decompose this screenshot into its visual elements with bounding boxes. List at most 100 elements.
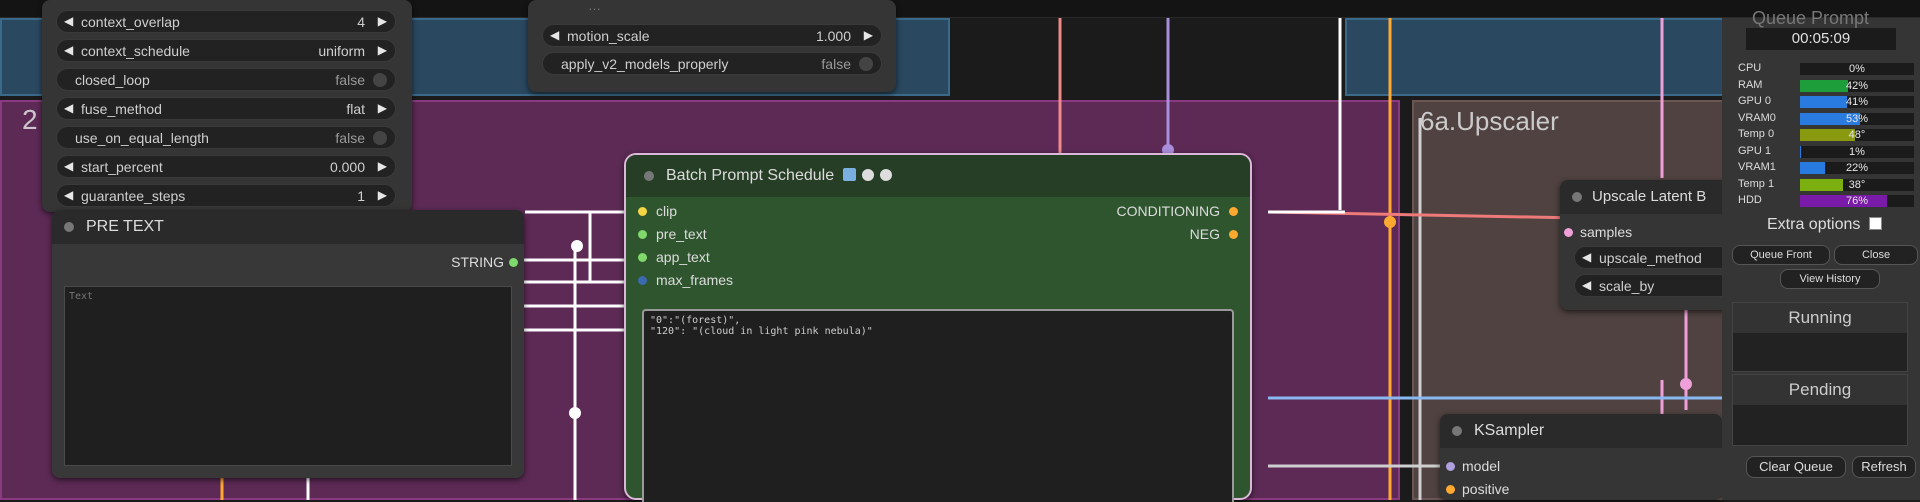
collapse-dot-icon[interactable] <box>64 222 74 232</box>
decrement-arrow-icon[interactable]: ◀ <box>64 101 73 115</box>
fuse-method-widget[interactable]: ◀ fuse_method flat ▶ <box>56 97 396 120</box>
conditioning-output-dot-icon[interactable] <box>1229 207 1238 216</box>
stat-label: RAM <box>1738 78 1763 91</box>
stat-bar-track: 0% <box>1800 63 1914 75</box>
queue-panel: Queue Prompt 00:05:09 CPU 0% RAM 42% GPU 0 41… <box>1722 8 1920 500</box>
widget-label: scale_by <box>1599 278 1655 294</box>
increment-arrow-icon[interactable]: ▶ <box>378 14 387 28</box>
node-title[interactable]: KSampler <box>1440 414 1722 448</box>
stat-bar-track: 42% <box>1800 79 1914 92</box>
batch-prompt-schedule-node[interactable]: Batch Prompt Schedule clip pre_text app_… <box>624 153 1252 502</box>
samples-input-label: samples <box>1580 224 1633 240</box>
running-section: Running <box>1732 302 1908 372</box>
increment-arrow-icon[interactable]: ▶ <box>864 28 873 42</box>
stat-row: HDD 76% <box>1738 194 1916 208</box>
node-title[interactable]: PRE TEXT <box>52 210 524 244</box>
toggle-knob-icon[interactable] <box>373 73 387 87</box>
scale-by-widget[interactable]: ◀ scale_by <box>1574 274 1744 297</box>
stat-label: GPU 0 <box>1738 95 1772 107</box>
start-percent-widget[interactable]: ◀ start_percent 0.000 ▶ <box>56 155 396 178</box>
widget-value: false <box>821 56 851 72</box>
toggle-knob-icon[interactable] <box>373 131 387 145</box>
decrement-arrow-icon[interactable]: ◀ <box>64 43 73 57</box>
stat-row: Temp 1 38° <box>1738 178 1916 192</box>
widget-label: context_overlap <box>81 14 180 30</box>
context-schedule-widget[interactable]: ◀ context_schedule uniform ▶ <box>56 39 396 62</box>
increment-arrow-icon[interactable]: ▶ <box>378 159 387 173</box>
samples-input-dot-icon[interactable] <box>1564 228 1573 237</box>
collapse-dot-icon[interactable] <box>644 171 654 181</box>
refresh-button[interactable]: Refresh <box>1852 456 1916 478</box>
stat-bar-track: 1% <box>1800 145 1914 158</box>
increment-arrow-icon[interactable]: ▶ <box>378 43 387 57</box>
widget-label: upscale_method <box>1599 250 1702 266</box>
apply-v2-models-properly-toggle[interactable]: apply_v2_models_properly false <box>542 52 882 75</box>
use-on-equal-length-toggle[interactable]: use_on_equal_length false <box>56 126 396 149</box>
pre-text-node[interactable]: PRE TEXT STRING <box>52 210 524 478</box>
pending-header: Pending <box>1733 375 1907 405</box>
queue-panel-title: Queue Prompt <box>1752 8 1870 28</box>
link-badge-icon <box>880 169 893 181</box>
decrement-arrow-icon[interactable]: ◀ <box>550 28 559 42</box>
extra-options-row[interactable]: Extra options <box>1767 216 1882 234</box>
stat-value: 53% <box>1845 112 1869 125</box>
node-title[interactable]: Upscale Latent B <box>1560 180 1730 214</box>
guarantee-steps-widget[interactable]: ◀ guarantee_steps 1 ▶ <box>56 184 396 207</box>
pre-text-input-dot-icon[interactable] <box>638 230 647 239</box>
motion-scale-widget[interactable]: ◀ motion_scale 1.000 ▶ <box>542 24 882 47</box>
widget-value: false <box>335 130 365 146</box>
string-output-dot-icon[interactable] <box>509 258 518 267</box>
widget-label: closed_loop <box>75 72 150 88</box>
decrement-arrow-icon[interactable]: ◀ <box>1582 250 1591 264</box>
max-frames-input-label: max_frames <box>656 272 734 288</box>
widget-label: start_percent <box>81 159 163 175</box>
upscale-latent-node[interactable]: Upscale Latent B samples ◀ upscale_metho… <box>1560 180 1744 310</box>
increment-arrow-icon[interactable]: ▶ <box>378 101 387 115</box>
queue-front-button[interactable]: Queue Front <box>1732 245 1830 265</box>
toggle-knob-icon[interactable] <box>859 57 873 71</box>
pre-text-input-label: pre_text <box>656 226 707 242</box>
increment-arrow-icon[interactable]: ▶ <box>378 188 387 202</box>
extra-options-checkbox[interactable] <box>1868 217 1882 230</box>
neg-output-dot-icon[interactable] <box>1229 230 1238 239</box>
widget-value: uniform <box>318 43 365 59</box>
context-overlap-widget[interactable]: ◀ context_overlap 4 ▶ <box>56 10 396 33</box>
upscale-title: Upscale Latent B <box>1592 188 1707 205</box>
pre-text-textarea[interactable] <box>64 286 512 466</box>
prompt-line-2: "120": "(cloud in light pink nebula)" <box>650 326 873 337</box>
model-input-dot-icon[interactable] <box>1446 462 1455 471</box>
widget-value: 1 <box>357 188 365 204</box>
prompt-schedule-textarea[interactable]: "0":"(forest)", "120": "(cloud in light … <box>642 309 1234 502</box>
node-title[interactable]: Batch Prompt Schedule <box>626 155 1250 197</box>
collapse-dot-icon[interactable] <box>1452 426 1462 436</box>
collapse-dot-icon[interactable] <box>1572 192 1582 202</box>
upscale-method-widget[interactable]: ◀ upscale_method <box>1574 246 1744 269</box>
pre-text-title: PRE TEXT <box>86 218 164 235</box>
decrement-arrow-icon[interactable]: ◀ <box>1582 278 1591 292</box>
decrement-arrow-icon[interactable]: ◀ <box>64 188 73 202</box>
wire-reroute <box>571 240 583 252</box>
context-options-node[interactable]: ◀ context_overlap 4 ▶ ◀ context_schedule… <box>42 0 412 212</box>
app-text-input-label: app_text <box>656 249 710 265</box>
widget-value: 0.000 <box>329 159 365 175</box>
clear-queue-button[interactable]: Clear Queue <box>1746 456 1846 478</box>
decrement-arrow-icon[interactable]: ◀ <box>64 159 73 173</box>
string-output-slot[interactable]: STRING <box>451 254 504 270</box>
app-text-input-dot-icon[interactable] <box>638 253 647 262</box>
view-history-button[interactable]: View History <box>1780 269 1880 289</box>
clip-input-dot-icon[interactable] <box>638 207 647 216</box>
ksampler-node[interactable]: KSampler model positive <box>1440 414 1722 500</box>
widget-label: guarantee_steps <box>81 188 186 204</box>
decrement-arrow-icon[interactable]: ◀ <box>64 14 73 28</box>
motion-scale-node[interactable]: … ◀ motion_scale 1.000 ▶ apply_v2_models… <box>528 0 896 92</box>
max-frames-input-dot-icon[interactable] <box>638 276 647 285</box>
widget-label: fuse_method <box>81 101 162 117</box>
stat-label: VRAM0 <box>1738 111 1776 124</box>
wire-reroute <box>1384 216 1396 228</box>
closed-loop-toggle[interactable]: closed_loop false <box>56 68 396 91</box>
positive-input-dot-icon[interactable] <box>1446 485 1455 494</box>
stat-bar-track: 53% <box>1800 112 1914 125</box>
close-button[interactable]: Close <box>1834 245 1918 265</box>
extra-options-label: Extra options <box>1767 216 1861 233</box>
prompt-line-1: "0":"(forest)", <box>650 315 741 326</box>
